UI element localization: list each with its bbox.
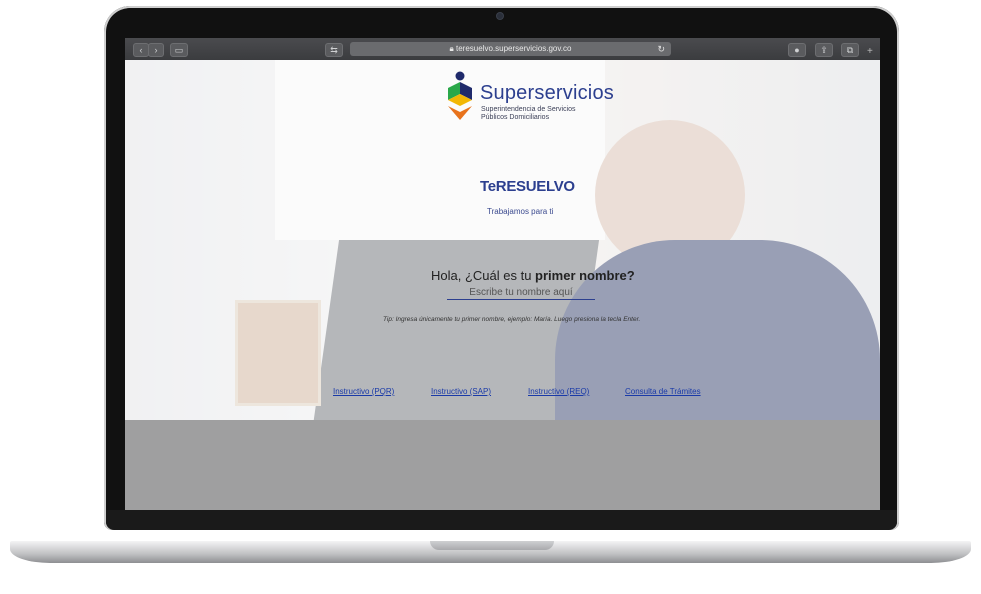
- new-tab-icon[interactable]: +: [867, 46, 873, 57]
- tip-text: Tip: Ingresa únicamente tu primer nombre…: [383, 316, 641, 323]
- link-instructivo-pqr[interactable]: Instructivo (PQR): [333, 387, 394, 396]
- sidebar-button[interactable]: ▭: [170, 43, 188, 57]
- download-button[interactable]: ●: [788, 43, 806, 57]
- browser-toolbar: ‹ › ▭ ⇆ 🔒︎ teresuelvo.superservicios.gov…: [125, 38, 880, 61]
- link-instructivo-sap[interactable]: Instructivo (SAP): [431, 387, 491, 396]
- tabs-button[interactable]: ⧉: [841, 43, 859, 57]
- laptop-notch: [430, 541, 554, 550]
- question-prefix: Hola, ¿Cuál es tu: [431, 268, 536, 283]
- address-bar[interactable]: 🔒︎ teresuelvo.superservicios.gov.co ↻: [350, 42, 671, 56]
- page-content: Superservicios Superintendencia de Servi…: [125, 60, 880, 510]
- link-instructivo-req[interactable]: Instructivo (REQ): [528, 387, 589, 396]
- share-button[interactable]: ⇪: [815, 43, 833, 57]
- logo-subtitle: Públicos Domiciliarios: [481, 114, 550, 121]
- question-emphasis: primer nombre?: [535, 268, 635, 283]
- browser-window: ‹ › ▭ ⇆ 🔒︎ teresuelvo.superservicios.gov…: [125, 38, 880, 510]
- url-text: teresuelvo.superservicios.gov.co: [456, 44, 572, 53]
- reload-icon[interactable]: ↻: [657, 42, 665, 56]
- back-button[interactable]: ‹: [133, 43, 149, 57]
- link-consulta-tramites[interactable]: Consulta de Trámites: [625, 387, 701, 396]
- name-question: Hola, ¿Cuál es tu primer nombre?: [431, 268, 635, 283]
- logo-subtitle: Superintendencia de Servicios: [481, 106, 576, 113]
- name-input[interactable]: [447, 285, 595, 300]
- superservicios-logo: Superservicios Superintendencia de Servi…: [445, 70, 614, 126]
- reader-button[interactable]: ⇆: [325, 43, 343, 57]
- teresuelvo-logo: TeRESUELVO: [480, 178, 575, 195]
- instructions-links: Instructivo (PQR) Instructivo (SAP) Inst…: [333, 387, 733, 401]
- tagline: Trabajamos para ti: [487, 207, 554, 216]
- superservicios-logo-icon: [448, 71, 472, 120]
- laptop-bezel: [106, 510, 897, 530]
- forward-button[interactable]: ›: [148, 43, 164, 57]
- logo-wordmark: Superservicios: [480, 82, 614, 104]
- webcam-icon: [497, 13, 503, 19]
